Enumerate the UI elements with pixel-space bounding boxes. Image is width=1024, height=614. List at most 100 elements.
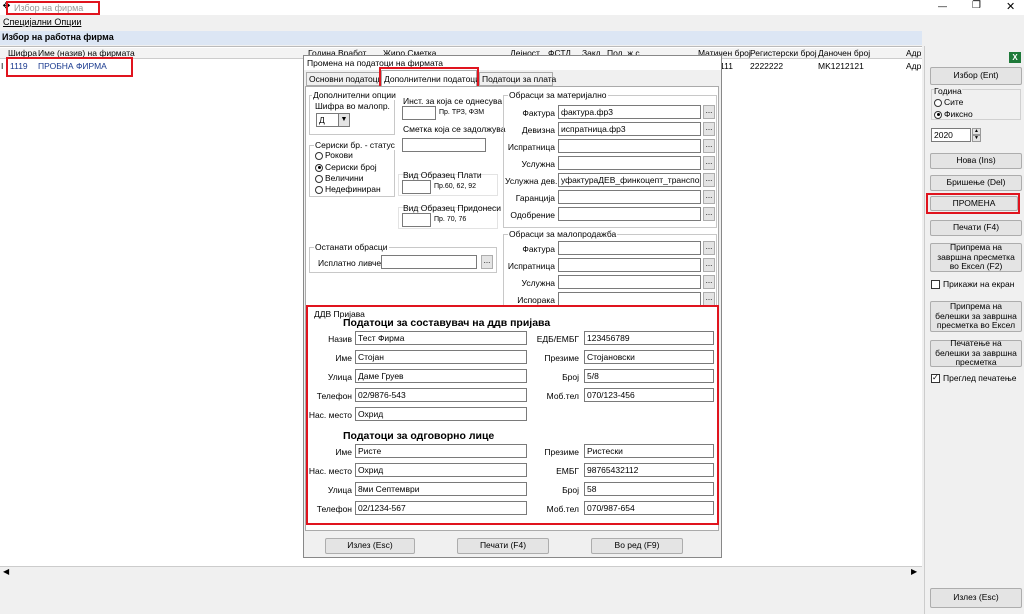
material-form-input[interactable]: испратница.фр3: [558, 122, 701, 136]
serial-option-sizes[interactable]: Величини: [315, 173, 363, 183]
retail-form-browse-button[interactable]: ...: [703, 275, 715, 289]
retail-code-select[interactable]: Д: [316, 113, 340, 127]
payslip-browse-button[interactable]: ...: [481, 255, 493, 269]
material-form-browse-button[interactable]: ...: [703, 105, 715, 119]
responsible-embg-input[interactable]: 98765432112: [584, 463, 714, 477]
new-button[interactable]: Нова (Ins): [930, 153, 1022, 169]
radio-sizes[interactable]: [315, 174, 323, 183]
print-preview-option[interactable]: Преглед печатење: [931, 373, 1016, 384]
material-form-browse-button[interactable]: ...: [703, 156, 715, 170]
pay-form-input[interactable]: [402, 180, 431, 194]
dialog-exit-button[interactable]: Излез (Esc): [325, 538, 415, 554]
contrib-form-input[interactable]: [402, 213, 431, 227]
year-stepper-down-icon[interactable]: ▼: [972, 135, 981, 142]
composer-num-input[interactable]: 5/8: [584, 369, 714, 383]
scroll-right-icon[interactable]: ▶: [911, 567, 917, 576]
serial-option-undefined[interactable]: Недефиниран: [315, 184, 381, 194]
tab-additional-highlight: [379, 67, 479, 88]
retail-form-browse-button[interactable]: ...: [703, 258, 715, 272]
dropdown-chevron-icon[interactable]: ▼: [338, 113, 350, 127]
material-form-label: Девизна: [521, 125, 555, 135]
minimize-icon[interactable]: —: [938, 1, 947, 11]
composer-edb-label: ЕДБ/ЕМБГ: [536, 334, 579, 344]
print-preview-checkbox[interactable]: [931, 373, 940, 384]
responsible-phone-input[interactable]: 02/1234-567: [355, 501, 527, 515]
radio-undefined[interactable]: [315, 185, 323, 194]
select-button[interactable]: Избор (Ent): [930, 67, 1022, 85]
composer-city-input[interactable]: Охрид: [355, 407, 527, 421]
material-form-browse-button[interactable]: ...: [703, 122, 715, 136]
horizontal-scrollbar[interactable]: [0, 566, 922, 578]
responsible-street-input[interactable]: 8ми Септември: [355, 482, 527, 496]
restore-icon[interactable]: ❐: [972, 0, 981, 11]
contrib-form-hint: Пр. 70, 76: [434, 216, 467, 223]
retail-form-browse-button[interactable]: ...: [703, 292, 715, 306]
retail-form-browse-button[interactable]: ...: [703, 241, 715, 255]
material-form-input[interactable]: [558, 139, 701, 153]
col-adr[interactable]: Адр: [906, 48, 921, 58]
material-form-browse-button[interactable]: ...: [703, 207, 715, 221]
retail-form-input[interactable]: [558, 292, 701, 306]
year-input[interactable]: 2020: [931, 128, 971, 142]
delete-button[interactable]: Бришење (Del): [930, 175, 1022, 191]
responsible-mob-label: Моб.тел: [546, 504, 579, 514]
composer-phone-input[interactable]: 02/9876-543: [355, 388, 527, 402]
radio-year-all[interactable]: [934, 98, 942, 107]
material-form-browse-button[interactable]: ...: [703, 139, 715, 153]
responsible-num-input[interactable]: 58: [584, 482, 714, 496]
material-form-browse-button[interactable]: ...: [703, 190, 715, 204]
tab-salary-label: Податоци за плата: [482, 74, 557, 84]
account-input[interactable]: [402, 138, 486, 152]
responsible-first-input[interactable]: Ристе: [355, 444, 527, 458]
exit-button[interactable]: Излез (Esc): [930, 588, 1022, 608]
col-registerski[interactable]: Регистерски број: [750, 48, 817, 58]
row-registerski[interactable]: 2222222: [750, 61, 783, 71]
retail-form-input[interactable]: [558, 241, 701, 255]
institution-input[interactable]: [402, 106, 436, 120]
excel-icon[interactable]: X: [1009, 52, 1021, 63]
composer-name-input[interactable]: Тест Фирма: [355, 331, 527, 345]
notes-excel-button[interactable]: Припрема на белешки за завршна пресметка…: [930, 301, 1022, 332]
payslip-input[interactable]: [381, 255, 477, 269]
scroll-left-icon[interactable]: ◀: [3, 567, 9, 576]
notes-print-button[interactable]: Печатење на белешки за завршна пресметка: [930, 339, 1022, 367]
material-form-input[interactable]: [558, 207, 701, 221]
responsible-last-input[interactable]: Ристески: [584, 444, 714, 458]
retail-form-input[interactable]: [558, 275, 701, 289]
radio-deadlines[interactable]: [315, 151, 323, 160]
composer-first-input[interactable]: Стојан: [355, 350, 527, 364]
composer-mob-input[interactable]: 070/123-456: [584, 388, 714, 402]
responsible-mob-input[interactable]: 070/987-654: [584, 501, 714, 515]
serial-option-deadlines[interactable]: Рокови: [315, 150, 353, 160]
responsible-city-input[interactable]: Охрид: [355, 463, 527, 477]
dialog-ok-button[interactable]: Во ред (F9): [591, 538, 683, 554]
col-danochen[interactable]: Даночен број: [818, 48, 870, 58]
search-input[interactable]: Избор на фирма: [14, 3, 83, 13]
material-form-input[interactable]: уфактураДЕВ_финкоцепт_транспорт.ф: [558, 173, 701, 187]
composer-edb-input[interactable]: 123456789: [584, 331, 714, 345]
radio-year-fixed[interactable]: [934, 110, 942, 119]
year-all-option[interactable]: Сите: [934, 97, 963, 107]
radio-serial[interactable]: [315, 163, 323, 172]
dialog-print-button[interactable]: Печати (F4): [457, 538, 549, 554]
menu-special-options[interactable]: Специјални Опции: [3, 17, 81, 27]
print-button[interactable]: Печати (F4): [930, 220, 1022, 236]
material-form-input[interactable]: фактура.фр3: [558, 105, 701, 119]
composer-last-input[interactable]: Стојановски: [584, 350, 714, 364]
close-icon[interactable]: ✕: [1006, 0, 1015, 13]
material-form-input[interactable]: [558, 190, 701, 204]
prepare-excel-button[interactable]: Припрема на завршна пресметка во Ексел (…: [930, 243, 1022, 272]
show-on-screen-option[interactable]: Прикажи на екран: [931, 279, 1014, 290]
year-stepper-up-icon[interactable]: ▲: [972, 128, 981, 135]
year-fixed-option[interactable]: Фиксно: [934, 109, 973, 119]
serial-option-serial[interactable]: Сериски број: [315, 162, 377, 172]
show-on-screen-checkbox[interactable]: [931, 280, 940, 290]
composer-street-input[interactable]: Даме Груев: [355, 369, 527, 383]
retail-form-input[interactable]: [558, 258, 701, 272]
serial-option-label: Сериски број: [325, 162, 377, 172]
material-form-input[interactable]: [558, 156, 701, 170]
row-danochen[interactable]: MK1212121: [818, 61, 864, 71]
material-form-browse-button[interactable]: ...: [703, 173, 715, 187]
row-adr[interactable]: Адр: [906, 61, 921, 71]
retail-forms-title: Обрасци за малопродажба: [508, 229, 618, 239]
